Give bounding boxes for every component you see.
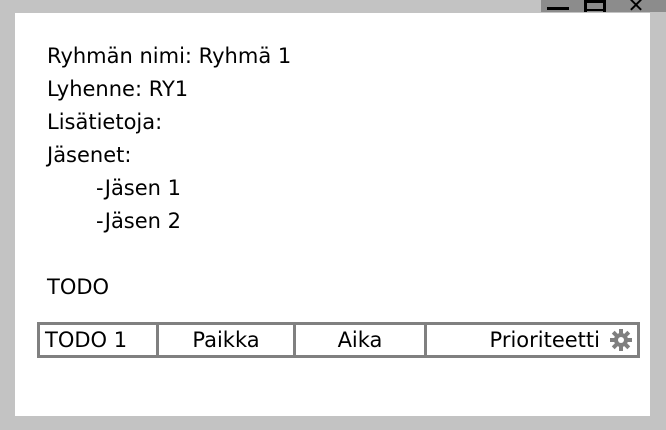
todo-heading: TODO	[47, 275, 110, 299]
todo-title-cell: TODO 1	[45, 328, 128, 352]
close-icon[interactable]: ✕	[627, 0, 645, 15]
member-item: -Jäsen 2	[96, 209, 182, 233]
todo-priority-label: Prioriteetti	[489, 328, 600, 352]
window-controls: ✕	[541, 0, 666, 15]
member-item: -Jäsen 1	[96, 176, 182, 200]
group-abbreviation-line: Lyhenne: RY1	[47, 77, 189, 101]
group-info-line: Lisätietoja:	[47, 110, 163, 134]
todo-row[interactable]: TODO 1 Paikka Aika Prioriteetti	[37, 322, 640, 358]
members-label: Jäsenet:	[47, 143, 132, 167]
group-name-line: Ryhmän nimi: Ryhmä 1	[47, 44, 292, 68]
todo-priority-cell: Prioriteetti	[424, 325, 637, 355]
todo-place-cell: Paikka	[156, 325, 293, 355]
group-window: Ryhmän nimi: Ryhmä 1 Lyhenne: RY1 Lisäti…	[15, 13, 650, 416]
gear-icon[interactable]	[609, 328, 633, 352]
todo-time-cell: Aika	[293, 325, 424, 355]
minimize-icon[interactable]	[547, 0, 569, 12]
maximize-icon[interactable]	[584, 0, 606, 12]
